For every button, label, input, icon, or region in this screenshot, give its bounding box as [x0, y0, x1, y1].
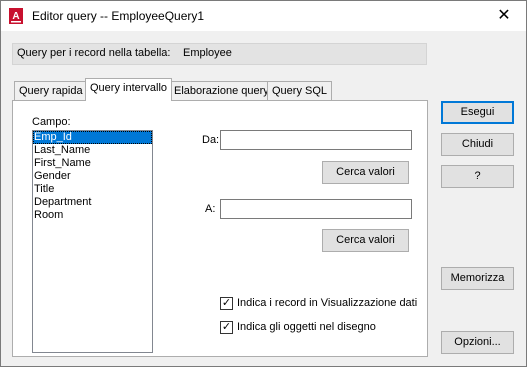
title-bar: A Editor query -- EmployeeQuery1 ✕ — [1, 1, 526, 31]
close-button[interactable]: Chiudi — [441, 133, 514, 156]
from-input[interactable] — [220, 130, 412, 150]
to-label: A: — [205, 203, 216, 215]
options-button[interactable]: Opzioni... — [441, 331, 514, 354]
field-label: Campo: — [32, 116, 71, 128]
list-item-gender[interactable]: Gender — [33, 170, 152, 183]
list-item-title[interactable]: Title — [33, 183, 152, 196]
list-item-room[interactable]: Room — [33, 209, 152, 222]
from-label: Da: — [202, 134, 220, 146]
table-name: Employee — [183, 47, 232, 59]
indicate-records-checkbox[interactable]: ✓ — [220, 297, 233, 310]
autocad-icon: A — [9, 8, 23, 24]
query-editor-window: A Editor query -- EmployeeQuery1 ✕ Query… — [0, 0, 527, 367]
indicate-records-label: Indica i record in Visualizzazione dati — [237, 297, 418, 309]
list-item-last-name[interactable]: Last_Name — [33, 144, 152, 157]
help-button[interactable]: ? — [441, 165, 514, 188]
list-item-emp-id[interactable]: Emp_Id — [33, 131, 152, 144]
svg-text:A: A — [12, 11, 19, 22]
tab-quick-query[interactable]: Query rapida — [14, 81, 88, 100]
list-item-first-name[interactable]: First_Name — [33, 157, 152, 170]
indicate-objects-checkbox[interactable]: ✓ — [220, 321, 233, 334]
tab-query-builder[interactable]: Elaborazione query — [169, 81, 274, 100]
to-input[interactable] — [220, 199, 412, 219]
table-info-bar: Query per i record nella tabella: Employ… — [12, 43, 427, 65]
store-button[interactable]: Memorizza — [441, 267, 514, 290]
indicate-objects-label: Indica gli oggetti nel disegno — [237, 321, 376, 333]
close-icon[interactable]: ✕ — [494, 6, 514, 26]
tab-sql-query[interactable]: Query SQL — [267, 81, 333, 100]
lookup-from-button[interactable]: Cerca valori — [322, 161, 409, 184]
table-info-label: Query per i record nella tabella: — [17, 47, 171, 59]
window-title: Editor query -- EmployeeQuery1 — [32, 9, 205, 23]
tab-range-query[interactable]: Query intervallo — [85, 78, 173, 101]
lookup-to-button[interactable]: Cerca valori — [322, 229, 409, 252]
list-item-department[interactable]: Department — [33, 196, 152, 209]
execute-button[interactable]: Esegui — [441, 101, 514, 124]
field-listbox[interactable]: Emp_Id Last_Name First_Name Gender Title… — [32, 130, 153, 353]
